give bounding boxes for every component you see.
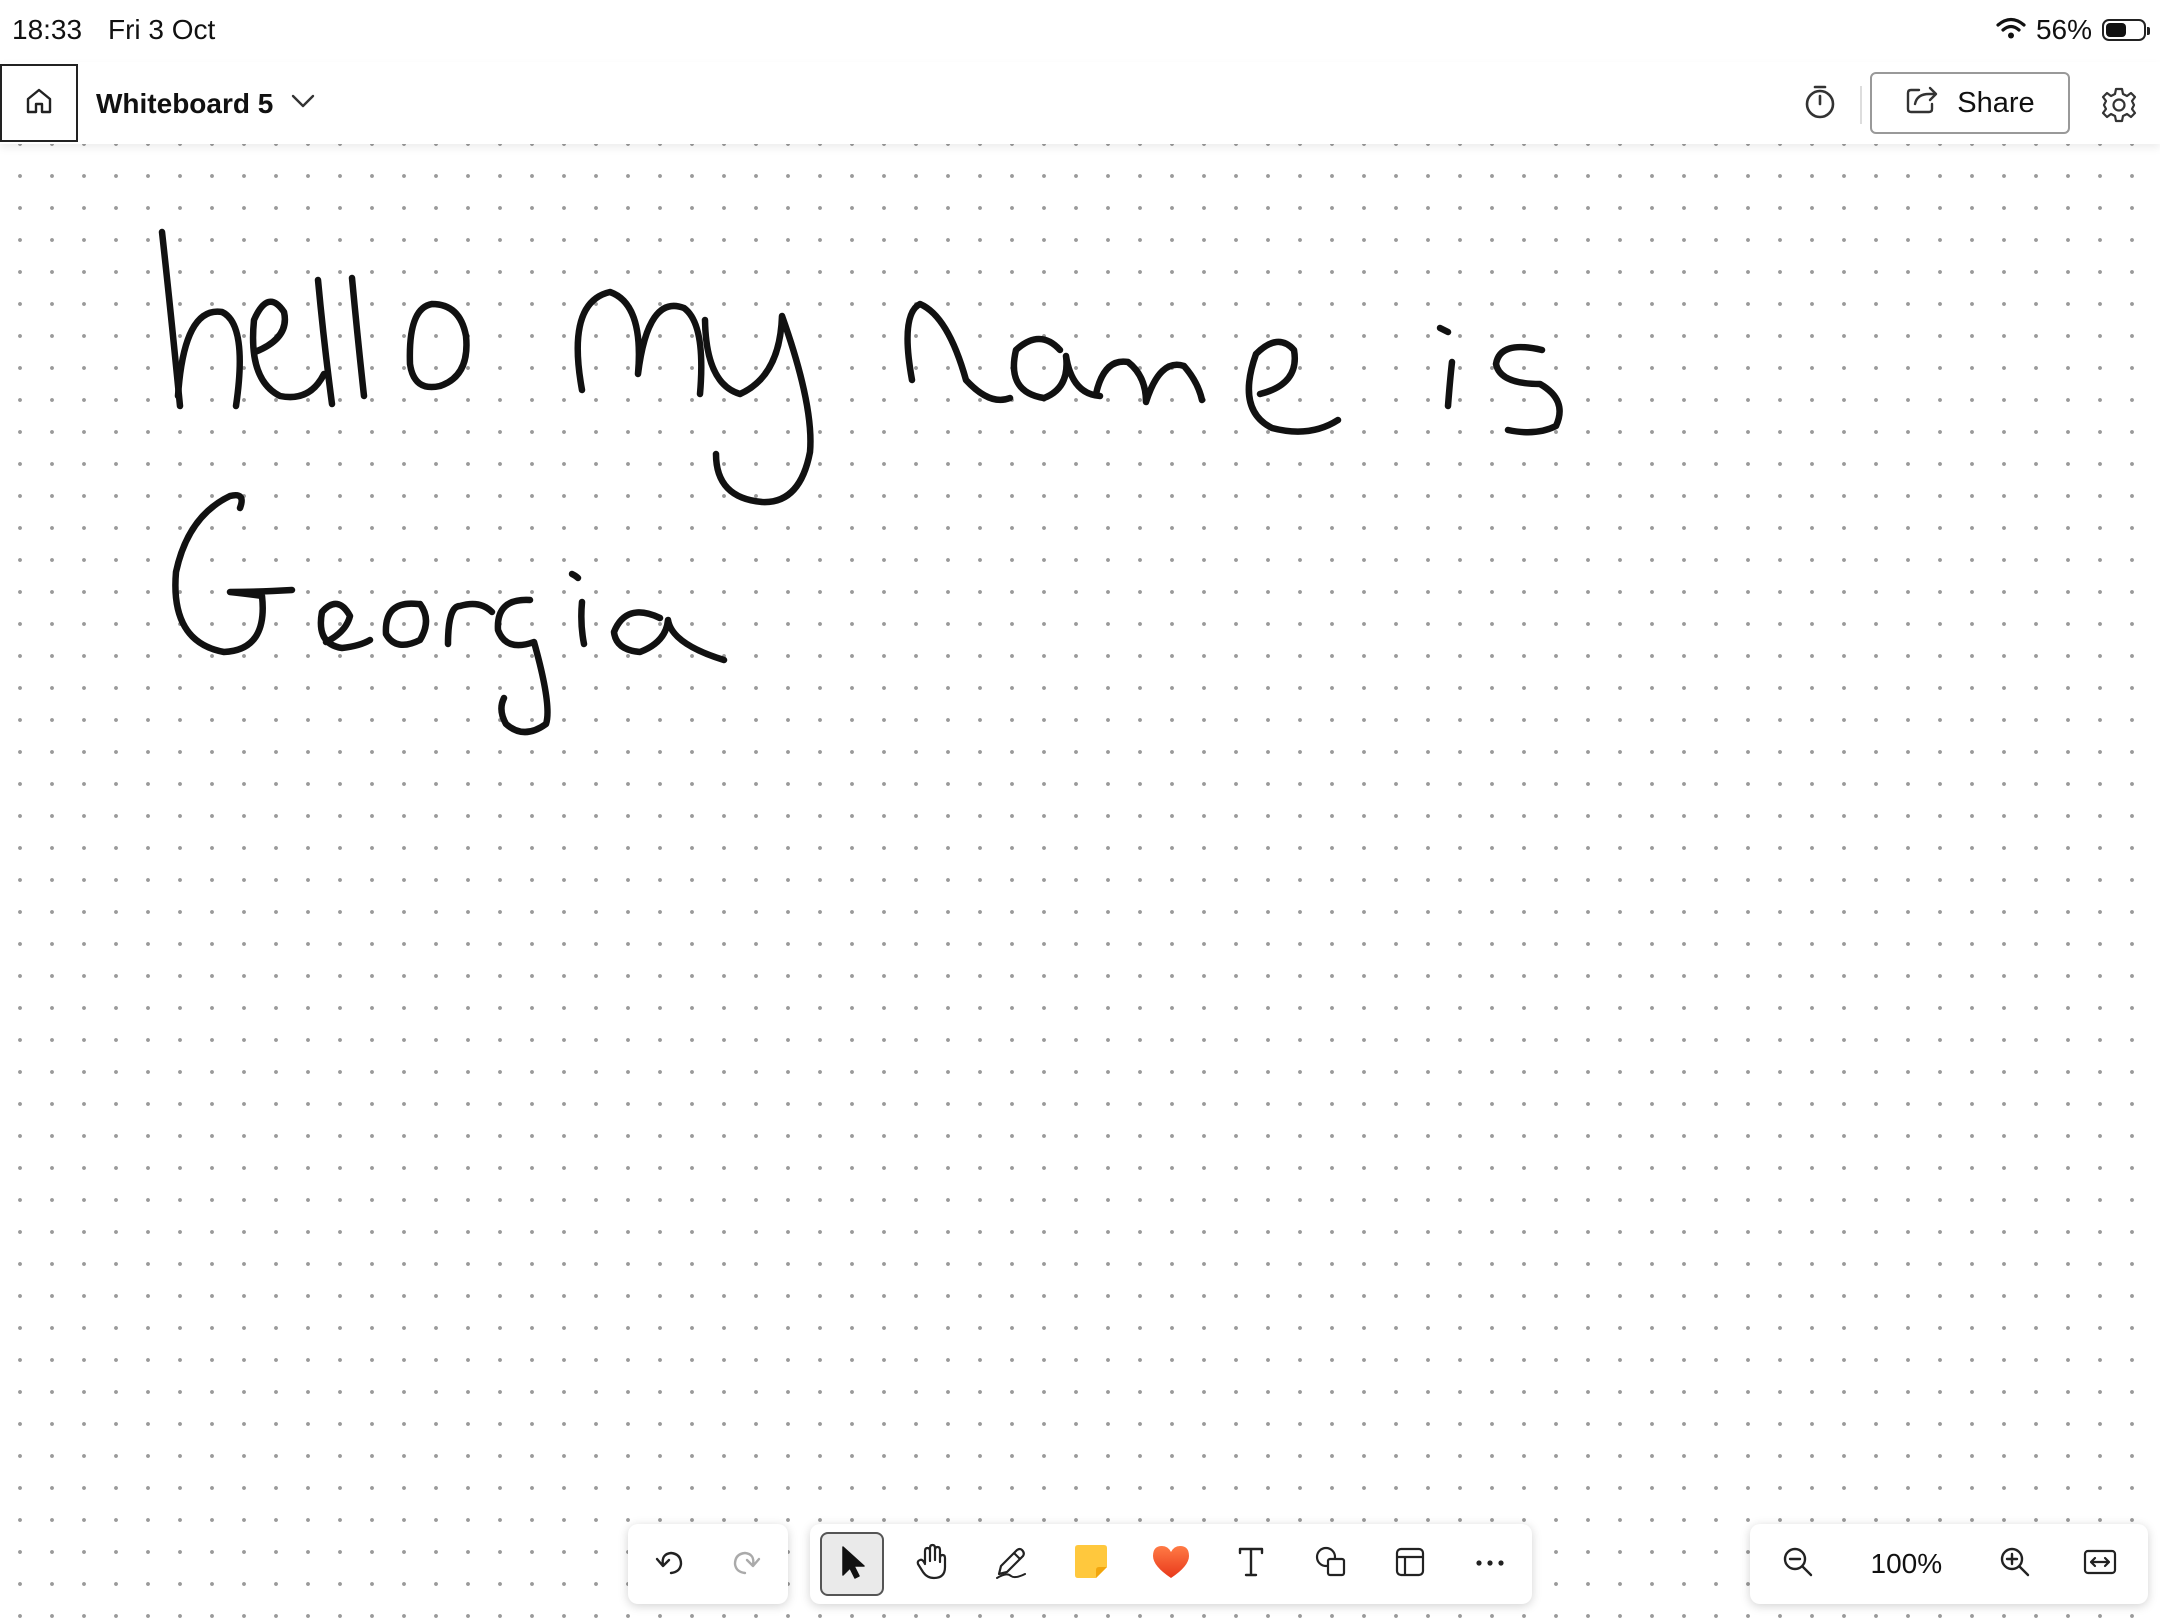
reactions-tool-button[interactable] [1139, 1532, 1203, 1596]
pan-tool-button[interactable] [900, 1532, 964, 1596]
chevron-down-icon[interactable] [290, 92, 316, 115]
status-date: Fri 3 Oct [108, 14, 216, 45]
ink-word-georgia [172, 492, 728, 736]
sticky-note-icon [1072, 1543, 1110, 1586]
more-tools-button[interactable] [1458, 1532, 1522, 1596]
redo-button[interactable] [716, 1532, 776, 1596]
text-tool-button[interactable] [1219, 1532, 1283, 1596]
zoom-out-button[interactable] [1766, 1532, 1830, 1596]
undo-icon [653, 1545, 687, 1584]
zoom-toolbar: 100% [1750, 1524, 2148, 1604]
handwriting-ink [158, 228, 1563, 736]
hand-icon [915, 1543, 949, 1586]
shapes-icon [1313, 1544, 1349, 1585]
battery-icon [2102, 19, 2150, 41]
ink-word-hello [158, 228, 470, 410]
text-icon [1236, 1545, 1266, 1584]
timer-button[interactable] [1800, 84, 1840, 124]
status-right: 56% [1996, 12, 2150, 48]
home-button[interactable] [0, 64, 78, 142]
note-tool-button[interactable] [1059, 1532, 1123, 1596]
whiteboard-canvas[interactable] [0, 144, 2160, 1620]
status-bar: 18:33 Fri 3 Oct 56% [0, 0, 2160, 62]
gear-icon [2100, 86, 2138, 129]
app-header: Whiteboard 5 Share [0, 62, 2160, 144]
settings-button[interactable] [2096, 84, 2142, 130]
wifi-icon [1996, 16, 2026, 45]
pointer-icon [835, 1543, 869, 1586]
template-icon [1393, 1545, 1427, 1584]
pen-icon [993, 1544, 1029, 1585]
fit-width-icon [2082, 1547, 2118, 1582]
zoom-level[interactable]: 100% [1851, 1548, 1961, 1580]
status-time: 18:33 [12, 14, 83, 45]
timer-icon [1803, 84, 1837, 125]
fit-width-button[interactable] [2068, 1532, 2132, 1596]
home-icon [23, 85, 55, 122]
battery-fill [2106, 23, 2127, 37]
history-toolbar [628, 1524, 788, 1604]
select-tool-button[interactable] [820, 1532, 884, 1596]
ink-word-is [1436, 324, 1563, 436]
ink-word-my [574, 288, 814, 506]
heart-icon [1150, 1543, 1192, 1586]
zoom-in-icon [1998, 1545, 2032, 1584]
share-button[interactable]: Share [1870, 72, 2070, 134]
pen-tool-button[interactable] [980, 1532, 1044, 1596]
zoom-out-icon [1781, 1545, 1815, 1584]
battery-percent: 56% [2035, 14, 2092, 45]
header-divider [1860, 86, 1862, 124]
redo-icon [729, 1545, 763, 1584]
share-icon [1905, 84, 1939, 122]
share-label: Share [1957, 86, 2035, 119]
ink-word-name [904, 300, 1342, 435]
board-title[interactable]: Whiteboard 5 [96, 88, 273, 120]
tools-toolbar [810, 1524, 1532, 1604]
undo-button[interactable] [640, 1532, 700, 1596]
zoom-in-button[interactable] [1983, 1532, 2047, 1596]
templates-tool-button[interactable] [1378, 1532, 1442, 1596]
shapes-tool-button[interactable] [1299, 1532, 1363, 1596]
more-icon [1474, 1555, 1506, 1573]
